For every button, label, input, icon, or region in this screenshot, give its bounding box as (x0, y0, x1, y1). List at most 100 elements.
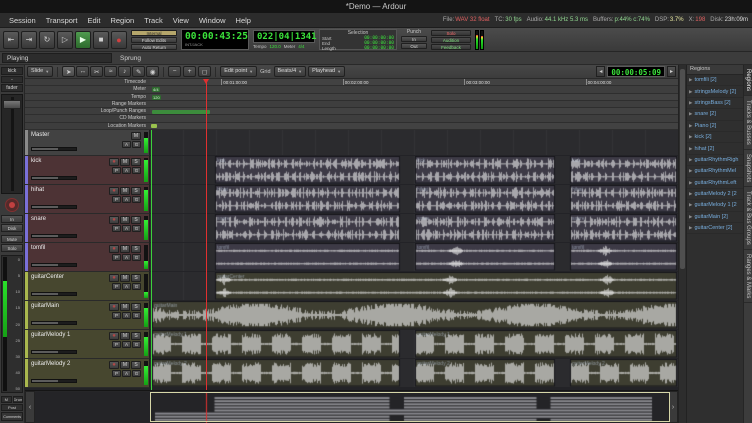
track-gain-slider[interactable] (31, 263, 77, 267)
track-solo-button[interactable]: S (131, 245, 141, 253)
track-lane-guitarmain[interactable] (150, 301, 678, 330)
track-automation-button[interactable]: A (122, 370, 131, 377)
track-name[interactable]: hihat (31, 187, 44, 193)
shuttle-mode[interactable]: Sprung (120, 55, 141, 62)
track-mute-button[interactable]: M (120, 361, 130, 369)
disclosure-triangle-icon[interactable]: ▶ (689, 168, 692, 174)
summary-scroll-left-button[interactable]: ‹ (25, 391, 35, 423)
track-lane-master[interactable] (150, 130, 678, 156)
secondary-clock[interactable]: 022|04|1341 (253, 30, 315, 43)
menu-window[interactable]: Window (194, 16, 231, 25)
ruler-loop-punch-ranges-content[interactable] (150, 108, 678, 114)
track-name[interactable]: Master (31, 132, 49, 138)
nudge-forward-button[interactable]: ▸ (667, 66, 676, 77)
track-mute-button[interactable]: M (120, 332, 130, 340)
mixer-fader-point[interactable]: Post (1, 404, 23, 411)
track-canvas-master[interactable] (150, 130, 678, 155)
track-canvas-hihat[interactable] (150, 185, 678, 213)
track-playlist-button[interactable]: P (112, 225, 121, 232)
track-lane-kick[interactable] (150, 156, 678, 185)
track-playlist-button[interactable]: P (112, 312, 121, 319)
ruler-cd-markers-content[interactable] (150, 115, 678, 121)
track-playlist-button[interactable]: P (112, 283, 121, 290)
track-canvas-guitarcenter[interactable] (150, 272, 678, 300)
track-canvas-guitarmain[interactable] (150, 301, 678, 329)
track-automation-button[interactable]: A (122, 312, 131, 319)
track-gain-slider[interactable] (31, 234, 77, 238)
disclosure-triangle-icon[interactable]: ▶ (689, 157, 692, 163)
track-header-hihat[interactable]: hihat●MSPAG (25, 185, 150, 214)
disclosure-triangle-icon[interactable]: ▶ (689, 214, 692, 220)
region-list-item[interactable]: ▶hihat [2] (687, 143, 743, 154)
track-automation-button[interactable]: A (122, 225, 131, 232)
disclosure-triangle-icon[interactable]: ▶ (689, 191, 692, 197)
menu-transport[interactable]: Transport (41, 16, 83, 25)
disclosure-triangle-icon[interactable]: ▶ (689, 134, 692, 140)
nudge-backward-button[interactable]: ◂ (596, 66, 605, 77)
track-name[interactable]: guitarMain (31, 303, 59, 309)
track-automation-button[interactable]: A (122, 196, 131, 203)
meter-marker[interactable]: 4/4 (152, 87, 160, 92)
track-canvas-guitarmelody-1[interactable] (150, 330, 678, 358)
track-playlist-button[interactable]: P (112, 370, 121, 377)
track-header-master[interactable]: MasterMAG (25, 130, 150, 156)
track-lane-guitarcenter[interactable] (150, 272, 678, 301)
zoom-fit-button[interactable]: ◻ (198, 66, 211, 77)
track-name[interactable]: guitarMelody 2 (31, 361, 70, 367)
track-playlist-button[interactable]: P (112, 167, 121, 174)
playhead[interactable] (206, 79, 207, 390)
track-name[interactable]: snare (31, 216, 46, 222)
menu-track[interactable]: Track (139, 16, 167, 25)
region-list-item[interactable]: ▶guitarRhythmRigh (687, 155, 743, 166)
zoom-out-button[interactable]: − (168, 66, 181, 77)
disclosure-triangle-icon[interactable]: ▶ (689, 123, 692, 129)
mixer-input-button[interactable]: - (1, 76, 23, 83)
audition-button[interactable]: Audition (431, 37, 471, 43)
tool-range-button[interactable]: ↔ (76, 66, 89, 77)
track-mute-button[interactable]: M (120, 274, 130, 282)
fader-handle[interactable] (3, 100, 21, 109)
track-solo-button[interactable]: S (131, 274, 141, 282)
titlebar[interactable]: *Demo — Ardour (0, 0, 752, 13)
solo-button[interactable]: Solo (431, 30, 471, 36)
punch-out-button[interactable]: Out (401, 43, 427, 49)
auto-return-button[interactable]: Auto Return (131, 44, 177, 50)
edit-mode-select[interactable]: Slide▼ (27, 66, 53, 77)
zoom-in-button[interactable]: + (183, 66, 196, 77)
track-solo-button[interactable]: S (131, 158, 141, 166)
nudge-clock[interactable]: 00:00:05:09 (607, 66, 665, 77)
track-lane-hihat[interactable] (150, 185, 678, 214)
mixer-fader[interactable] (1, 94, 23, 194)
track-gain-slider[interactable] (31, 321, 77, 325)
punch-in-button[interactable]: In (401, 36, 427, 42)
track-lane-guitarmelody-2[interactable] (150, 359, 678, 388)
loop-button[interactable]: ↻ (39, 31, 55, 49)
track-record-button[interactable]: ● (109, 303, 119, 311)
start-location-marker[interactable] (151, 124, 157, 128)
disclosure-triangle-icon[interactable]: ▶ (689, 100, 692, 106)
track-gain-slider[interactable] (31, 176, 77, 180)
track-record-button[interactable]: ● (109, 332, 119, 340)
region-list-item[interactable]: ▶guitarRhythmMel (687, 166, 743, 177)
track-mute-button[interactable]: M (131, 132, 141, 140)
mixer-group[interactable]: Drums (13, 396, 24, 403)
tool-audition-button[interactable]: ♪ (118, 66, 131, 77)
track-header-guitarmelody-1[interactable]: guitarMelody 1●MSPAG (25, 330, 150, 359)
track-group-button[interactable]: G (132, 370, 141, 377)
region-list-item[interactable]: ▶guitarMelody 1 [2 (687, 200, 743, 211)
track-canvas-kick[interactable] (150, 156, 678, 184)
disclosure-triangle-icon[interactable]: ▶ (689, 111, 692, 117)
track-automation-button[interactable]: A (122, 283, 131, 290)
vertical-scrollbar[interactable] (678, 65, 686, 423)
feedback-button[interactable]: Feedback (431, 44, 471, 50)
tool-stretch-button[interactable]: ≈ (104, 66, 117, 77)
track-header-guitarmain[interactable]: guitarMain●MSPAG (25, 301, 150, 330)
ruler-timecode-content[interactable]: 00:01:00:0000:02:00:0000:03:00:0000:04:0… (150, 79, 678, 85)
track-gain-slider[interactable] (31, 205, 77, 209)
track-record-button[interactable]: ● (109, 361, 119, 369)
mixer-track-name[interactable]: kick (1, 67, 23, 75)
mixer-metering-point[interactable]: M (1, 396, 12, 403)
track-group-button[interactable]: G (132, 254, 141, 261)
track-group-button[interactable]: G (132, 225, 141, 232)
internal-button[interactable]: Internal (131, 30, 177, 36)
